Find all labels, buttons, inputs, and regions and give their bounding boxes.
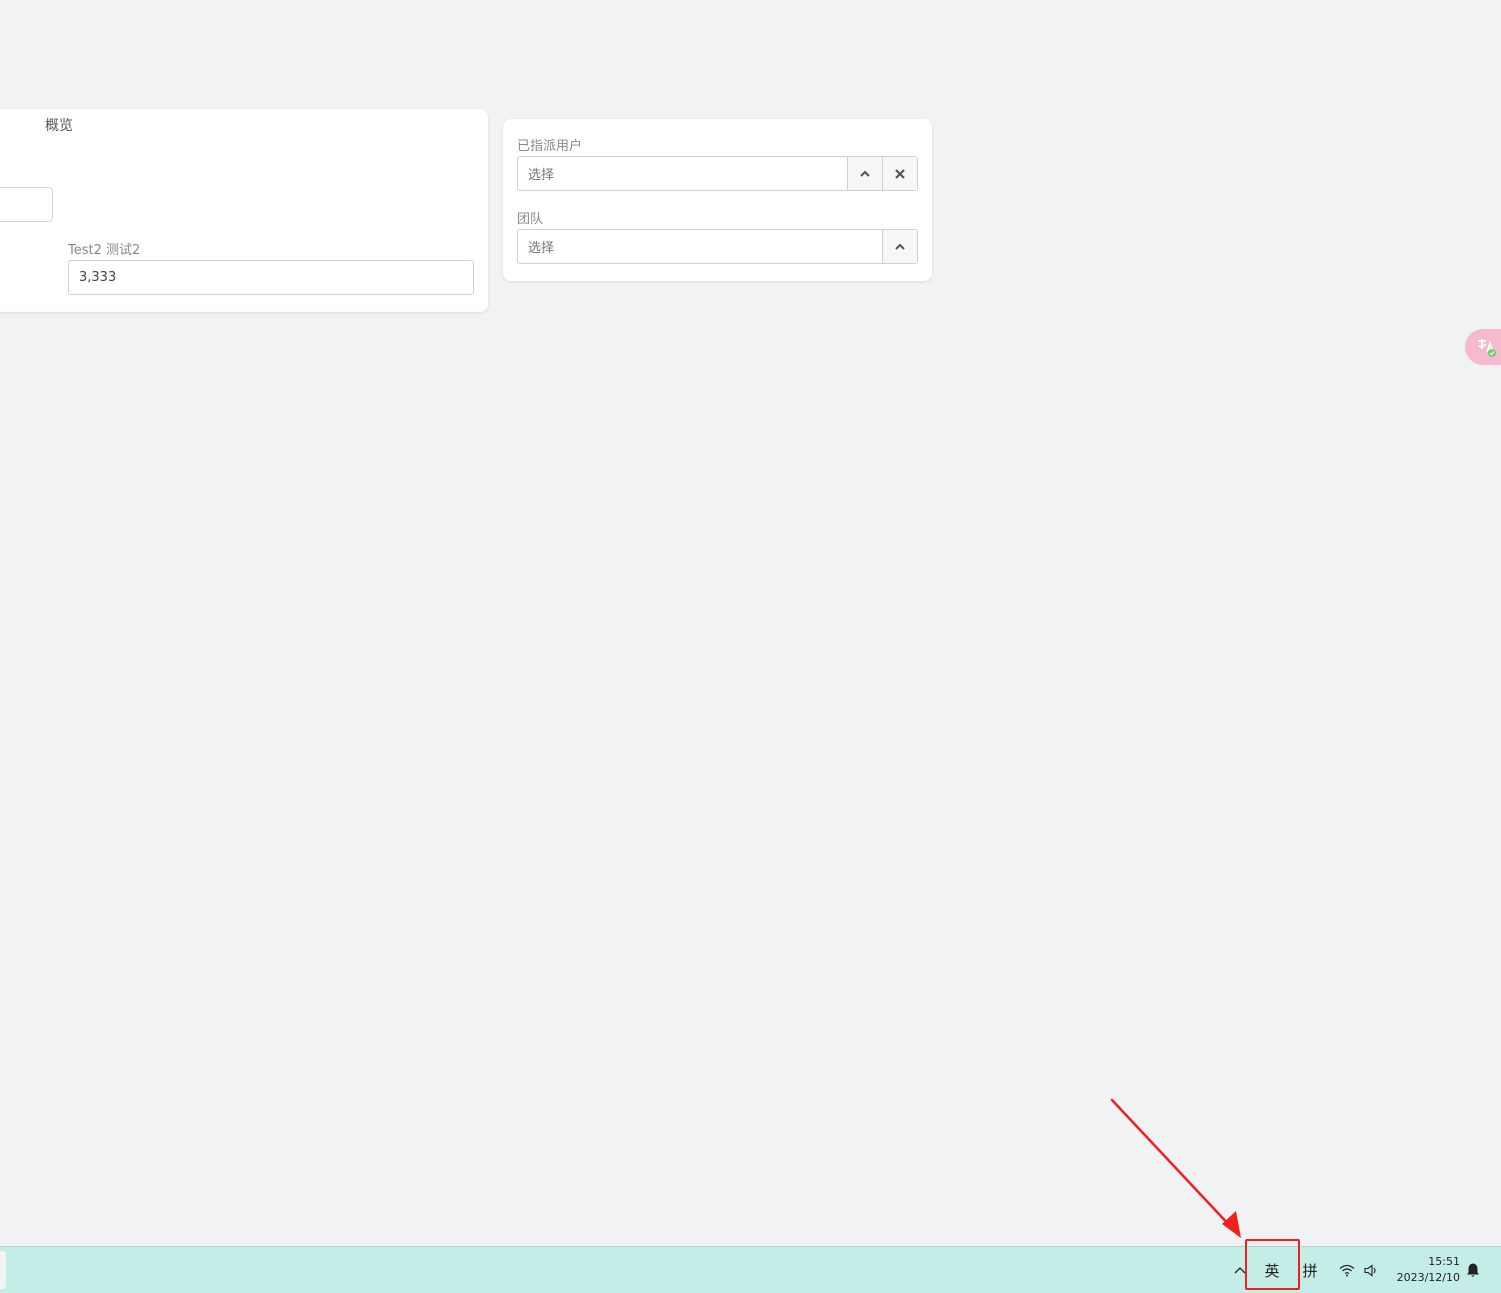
page: 概览 Test2 测试2 3,333 已指派用户 选择 团队 选择 英 拼 15… bbox=[0, 0, 1501, 1293]
annotation-arrow bbox=[1110, 1098, 1241, 1238]
